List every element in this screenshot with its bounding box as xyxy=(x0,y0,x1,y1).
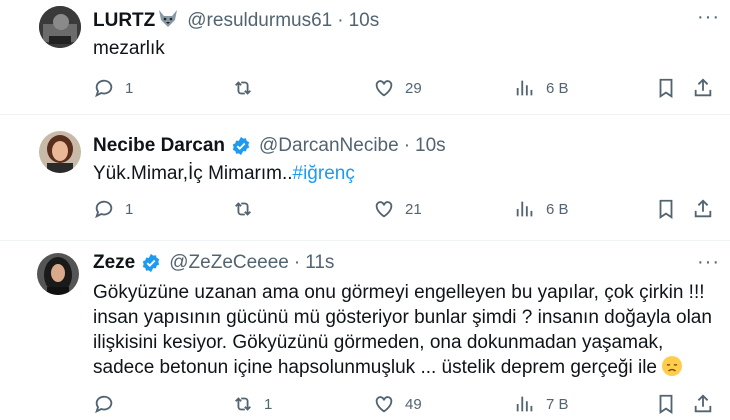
views-count: 7 B xyxy=(546,395,569,413)
share-icon xyxy=(694,199,712,218)
display-name[interactable]: LURTZ xyxy=(93,10,155,32)
user-handle[interactable]: @DarcanNecibe xyxy=(259,135,399,157)
separator: · xyxy=(337,9,344,31)
timestamp[interactable]: 11s xyxy=(305,252,334,274)
tweet-text-line: Gökyüzüne uzanan ama onu görmeyi engelle… xyxy=(93,282,705,303)
separator: · xyxy=(293,252,301,273)
views-icon xyxy=(516,80,533,96)
retweet-icon xyxy=(235,202,251,216)
tweet-text-line: ilişkisini kesiyor. Gökyüzünü görmeden, … xyxy=(93,332,664,353)
disappointed-face-icon xyxy=(662,356,683,376)
retweet-button[interactable] xyxy=(232,77,264,99)
like-button[interactable]: 29 xyxy=(373,77,422,99)
share-button[interactable] xyxy=(692,198,714,220)
more-options-icon[interactable]: ··· xyxy=(697,6,720,29)
display-name[interactable]: Necibe Darcan xyxy=(93,135,225,157)
tweet-actions: 1 21 6 B xyxy=(0,198,730,222)
views-count: 6 B xyxy=(546,79,569,97)
tweet-actions: 1 29 6 B xyxy=(0,77,730,101)
avatar-zeze[interactable] xyxy=(37,253,79,295)
reply-icon xyxy=(95,79,113,98)
like-button[interactable]: 49 xyxy=(373,393,422,415)
retweet-count: 1 xyxy=(264,395,273,413)
views-icon xyxy=(516,201,533,217)
verified-badge-icon xyxy=(143,253,160,273)
views-icon xyxy=(516,396,533,412)
share-icon xyxy=(694,78,712,97)
tweet-text: mezarlık xyxy=(93,38,165,59)
avatar-necibe-darcan[interactable] xyxy=(39,131,81,173)
tweet-text-line: sadece betonun içine hapsolunmuşluk ... … xyxy=(93,357,657,378)
user-handle[interactable]: @resuldurmus61 xyxy=(187,10,332,32)
reply-count: 1 xyxy=(125,79,134,97)
reply-icon xyxy=(95,200,113,219)
reply-button[interactable] xyxy=(93,393,125,415)
bookmark-icon xyxy=(659,78,673,98)
reply-button[interactable]: 1 xyxy=(93,77,133,99)
separator: · xyxy=(403,135,411,156)
heart-icon xyxy=(375,201,393,218)
tweet-actions: 1 49 7 B xyxy=(0,393,730,417)
tweet-1[interactable]: LURTZ @resuldurmus61 · 10s ··· mezarlık … xyxy=(0,0,730,114)
like-count: 49 xyxy=(405,395,422,413)
bookmark-icon xyxy=(659,199,673,219)
views-count: 6 B xyxy=(546,200,569,218)
user-handle[interactable]: @ZeZeCeeee xyxy=(169,252,289,274)
like-count: 21 xyxy=(405,200,422,218)
heart-icon xyxy=(375,396,393,413)
hashtag-link[interactable]: #iğrenç xyxy=(293,163,355,184)
reply-count: 1 xyxy=(125,200,134,218)
share-icon xyxy=(694,394,712,413)
more-options-icon[interactable]: ··· xyxy=(697,251,720,274)
views-button[interactable]: 7 B xyxy=(514,393,569,415)
retweet-button[interactable]: 1 xyxy=(232,393,272,415)
retweet-button[interactable] xyxy=(232,198,264,220)
avatar-lurtz[interactable] xyxy=(39,6,81,48)
retweet-icon xyxy=(235,81,251,95)
views-button[interactable]: 6 B xyxy=(514,198,569,220)
bookmark-button[interactable] xyxy=(655,393,677,415)
tweet-text: Yük.Mimar,İç Mimarım..#iğrenç xyxy=(93,161,355,186)
views-button[interactable]: 6 B xyxy=(514,77,569,99)
tweet-text-line-last: sadece betonun içine hapsolunmuşluk ... … xyxy=(93,355,723,380)
tweet-2[interactable]: Necibe Darcan @DarcanNecibe · 10s Yük.Mi… xyxy=(0,115,730,241)
tweet-text-line: insan yapısının gücünü mü gösteriyor bun… xyxy=(93,307,712,328)
bookmark-button[interactable] xyxy=(655,77,677,99)
reply-icon xyxy=(95,395,113,414)
share-button[interactable] xyxy=(692,393,714,415)
display-name[interactable]: Zeze xyxy=(93,252,135,274)
bookmark-icon xyxy=(659,394,673,414)
timestamp[interactable]: 10s xyxy=(415,135,446,157)
share-button[interactable] xyxy=(692,77,714,99)
timestamp[interactable]: 10s xyxy=(349,10,380,32)
retweet-icon xyxy=(235,397,251,411)
bookmark-button[interactable] xyxy=(655,198,677,220)
like-count: 29 xyxy=(405,79,422,97)
verified-badge-icon xyxy=(232,136,250,156)
tweet-text: Gökyüzüne uzanan ama onu görmeyi engelle… xyxy=(93,280,723,380)
tweet-text-plain: Yük.Mimar,İç Mimarım.. xyxy=(93,163,293,184)
like-button[interactable]: 21 xyxy=(373,198,422,220)
tweet-3[interactable]: Zeze @ZeZeCeeee · 11s ··· Gökyüzüne uzan… xyxy=(0,241,730,420)
wolf-face-icon xyxy=(157,8,179,33)
reply-button[interactable]: 1 xyxy=(93,198,133,220)
heart-icon xyxy=(375,80,393,97)
